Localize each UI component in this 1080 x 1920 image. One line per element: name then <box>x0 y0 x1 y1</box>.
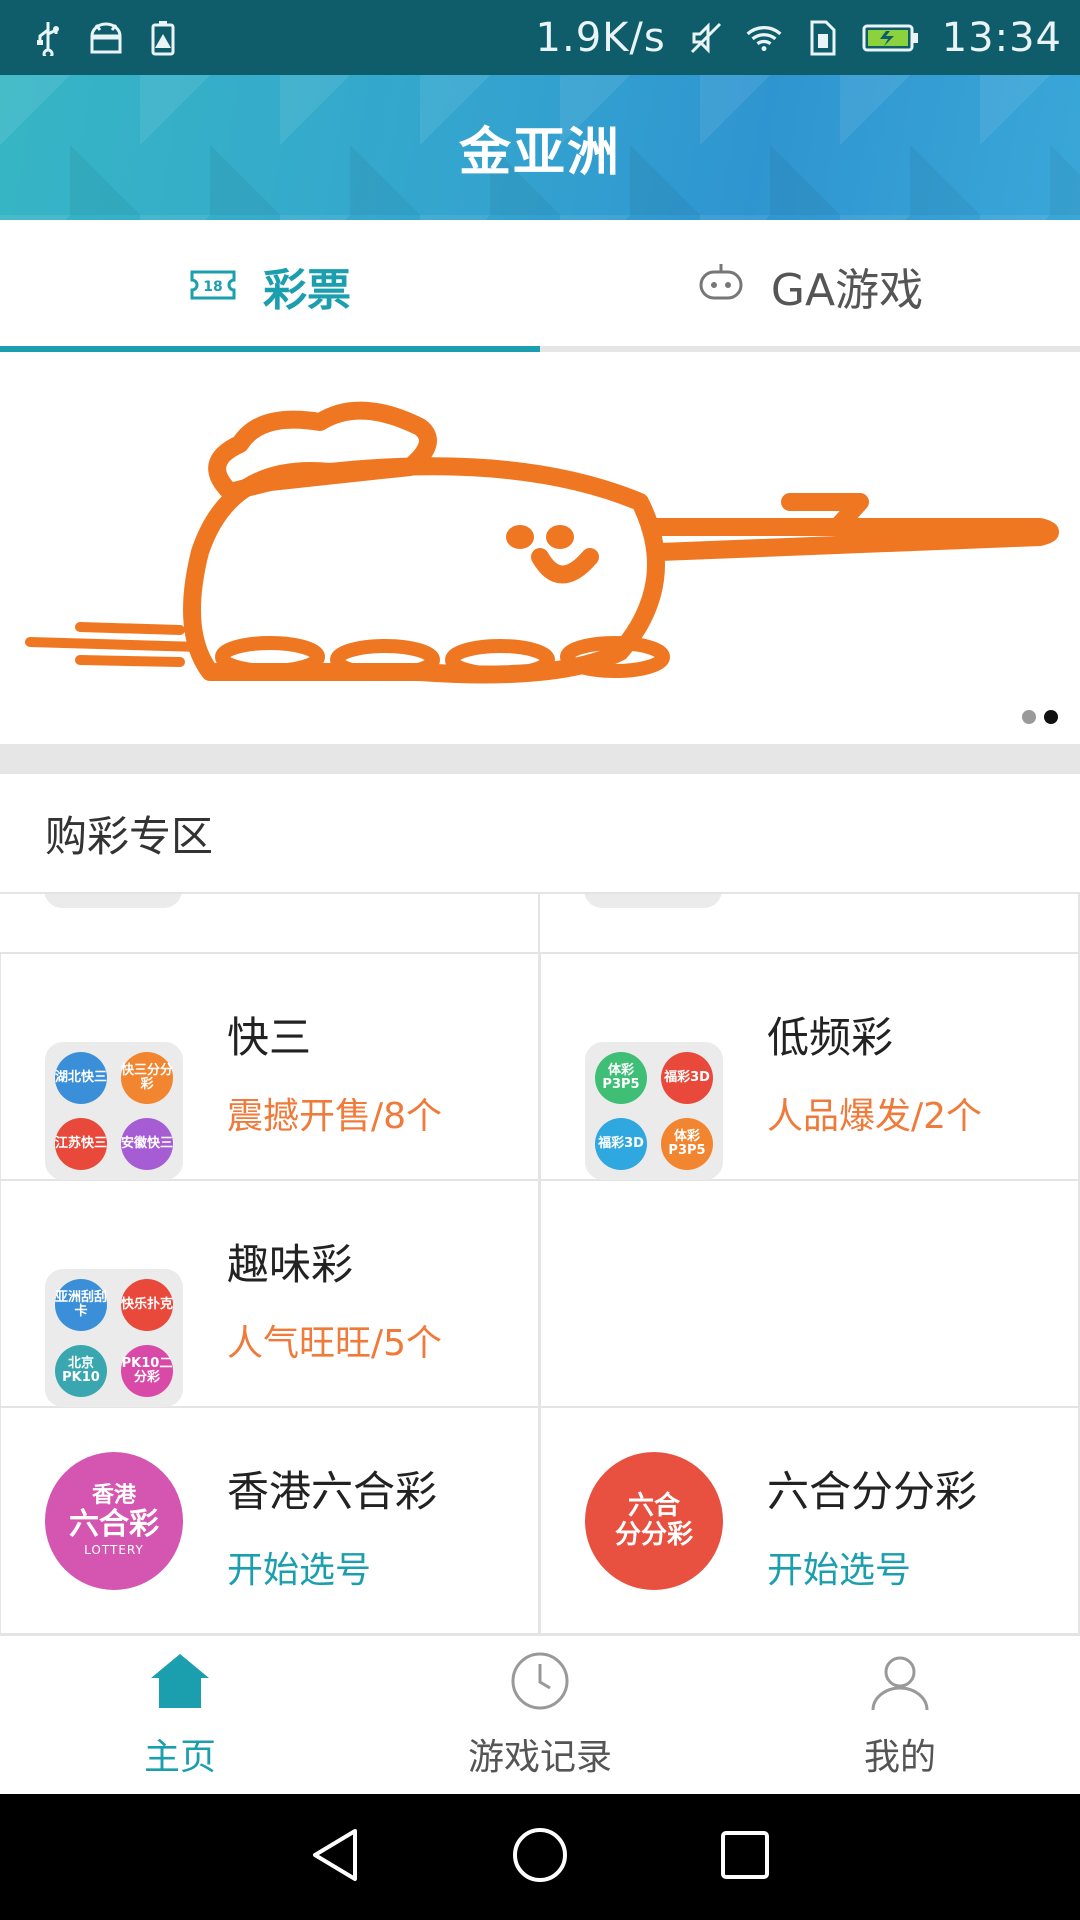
badge-p3p5-orange: 体彩P3P5 <box>661 1117 713 1170</box>
lottery-item-text: 趣味彩 人气旺旺/5个 <box>227 1231 442 1366</box>
app-title: 金亚洲 <box>458 123 621 183</box>
mute-icon <box>688 20 724 56</box>
banner-dot-active[interactable] <box>1044 710 1058 724</box>
lottery-name: 香港六合彩 <box>227 1467 438 1516</box>
nav-game-records-label: 游戏记录 <box>467 1737 612 1778</box>
nav-mine-label: 我的 <box>863 1737 936 1778</box>
badge-fc3d-blue: 福彩3D <box>595 1117 647 1170</box>
k3-logo-icon: 湖北快三 快三分分彩 江苏快三 安徽快三 <box>45 1041 183 1180</box>
hk-logo-line2: 六合彩 <box>69 1507 159 1542</box>
ffc-logo-line2: 分分彩 <box>614 1520 693 1550</box>
low-freq-logo-icon: 体彩P3P5 福彩3D 福彩3D 体彩P3P5 <box>585 1041 723 1180</box>
partial-cell[interactable] <box>0 894 540 954</box>
hk-logo-circle: 香港 六合彩 LOTTERY <box>45 1452 183 1590</box>
badge-fc3d: 福彩3D <box>661 1051 713 1104</box>
tab-ga-games-label: GA游戏 <box>770 265 924 316</box>
section-divider <box>0 744 1080 774</box>
clock-icon <box>509 1650 571 1716</box>
usb-icon <box>30 20 66 56</box>
banner-mascot-image <box>25 401 1059 684</box>
hk-logo-line1: 香港 <box>91 1483 136 1508</box>
ticket-18-icon: 18 <box>189 261 237 312</box>
lottery-name: 六合分分彩 <box>767 1467 978 1516</box>
tab-lottery-label: 彩票 <box>263 265 351 316</box>
status-bar: 1.9K/s 13:34 <box>0 0 1080 75</box>
lottery-subtitle: 人气旺旺/5个 <box>227 1323 443 1364</box>
lottery-item-mark-six-ffc[interactable]: 六合 分分彩 六合分分彩 开始选号 <box>540 1408 1080 1634</box>
partial-icon <box>44 894 182 908</box>
nav-home-label: 主页 <box>143 1737 216 1778</box>
wifi-icon <box>746 20 782 56</box>
bottom-nav: 主页 游戏记录 我的 <box>0 1634 1080 1794</box>
lottery-name: 趣味彩 <box>227 1240 354 1289</box>
ffc-logo-circle: 六合 分分彩 <box>585 1452 723 1590</box>
mark-six-ffc-logo-icon: 六合 分分彩 <box>585 1452 723 1590</box>
nav-game-records[interactable]: 游戏记录 <box>360 1636 720 1794</box>
lottery-grid: 湖北快三 快三分分彩 江苏快三 安徽快三 快三 震撼开售/8个 体彩P3P5 福… <box>0 894 1080 1634</box>
partial-icon <box>584 894 722 908</box>
badge-p3p5: 体彩P3P5 <box>595 1051 647 1104</box>
clock-time: 13:34 <box>941 14 1062 61</box>
sim-icon <box>804 20 840 56</box>
home-circle-icon[interactable] <box>511 1826 569 1888</box>
badge-hubei-k3: 湖北快三 <box>55 1051 107 1104</box>
lottery-item-hk-mark-six[interactable]: 香港 六合彩 LOTTERY 香港六合彩 开始选号 <box>0 1408 540 1634</box>
status-right: 1.9K/s 13:34 <box>536 15 1062 61</box>
badge-pk10: 北京PK10 <box>55 1344 107 1397</box>
lottery-item-k3[interactable]: 湖北快三 快三分分彩 江苏快三 安徽快三 快三 震撼开售/8个 <box>0 954 540 1181</box>
lottery-item-text: 快三 震撼开售/8个 <box>227 1004 442 1139</box>
banner-dot[interactable] <box>1022 710 1036 724</box>
lottery-subtitle: 震撼开售/8个 <box>227 1096 443 1137</box>
ffc-logo-line1: 六合 <box>627 1491 680 1521</box>
partial-cell[interactable] <box>540 894 1080 954</box>
lottery-item-text: 香港六合彩 开始选号 <box>227 1458 437 1593</box>
robot-icon <box>697 260 745 313</box>
home-icon <box>147 1650 213 1716</box>
lottery-subtitle: 人品爆发/2个 <box>767 1096 983 1137</box>
badge-jiangsu-k3: 江苏快三 <box>55 1117 107 1170</box>
tab-lottery[interactable]: 18 彩票 <box>0 220 540 352</box>
promo-banner[interactable] <box>0 352 1080 744</box>
lottery-subtitle: 开始选号 <box>767 1550 912 1591</box>
top-tabs: 18 彩票 GA游戏 <box>0 220 1080 352</box>
back-icon[interactable] <box>309 1827 361 1887</box>
tab-ga-games[interactable]: GA游戏 <box>540 220 1080 352</box>
user-icon <box>869 1650 931 1716</box>
badge-k3-ffc: 快三分分彩 <box>121 1051 173 1104</box>
badge-poker: 快乐扑克 <box>121 1278 173 1331</box>
nav-home[interactable]: 主页 <box>0 1636 360 1794</box>
hk-logo-line3: LOTTERY <box>84 1543 144 1557</box>
app-header: 金亚洲 <box>0 75 1080 220</box>
lottery-name: 快三 <box>227 1013 312 1062</box>
status-left <box>30 20 182 56</box>
banner-pagination <box>1022 710 1058 724</box>
hk-mark-six-logo-icon: 香港 六合彩 LOTTERY <box>45 1452 183 1590</box>
lottery-item-text: 六合分分彩 开始选号 <box>767 1458 977 1593</box>
empty-cell <box>540 1181 1080 1408</box>
lottery-subtitle: 开始选号 <box>227 1550 372 1591</box>
recents-icon[interactable] <box>719 1829 771 1885</box>
section-header: 购彩专区 <box>0 774 1080 894</box>
battery-charging-icon <box>862 20 920 56</box>
partial-row-scrolled <box>0 894 1080 954</box>
section-title: 购彩专区 <box>45 811 214 861</box>
android-debug-icon <box>88 20 124 56</box>
nav-mine[interactable]: 我的 <box>720 1636 1080 1794</box>
badge-pk10-2: PK10二分彩 <box>121 1344 173 1397</box>
system-nav-bar <box>0 1794 1080 1920</box>
battery-alert-icon <box>146 20 182 56</box>
network-speed: 1.9K/s <box>535 14 666 61</box>
fun-logo-icon: 亚洲刮刮卡 快乐扑克 北京PK10 PK10二分彩 <box>45 1268 183 1407</box>
lottery-item-text: 低频彩 人品爆发/2个 <box>767 1004 982 1139</box>
lottery-item-fun[interactable]: 亚洲刮刮卡 快乐扑克 北京PK10 PK10二分彩 趣味彩 人气旺旺/5个 <box>0 1181 540 1408</box>
badge-scratch: 亚洲刮刮卡 <box>55 1278 107 1331</box>
badge-anhui-k3: 安徽快三 <box>121 1117 173 1170</box>
svg-text:18: 18 <box>203 279 222 295</box>
lottery-item-low-freq[interactable]: 体彩P3P5 福彩3D 福彩3D 体彩P3P5 低频彩 人品爆发/2个 <box>540 954 1080 1181</box>
lottery-name: 低频彩 <box>767 1013 894 1062</box>
